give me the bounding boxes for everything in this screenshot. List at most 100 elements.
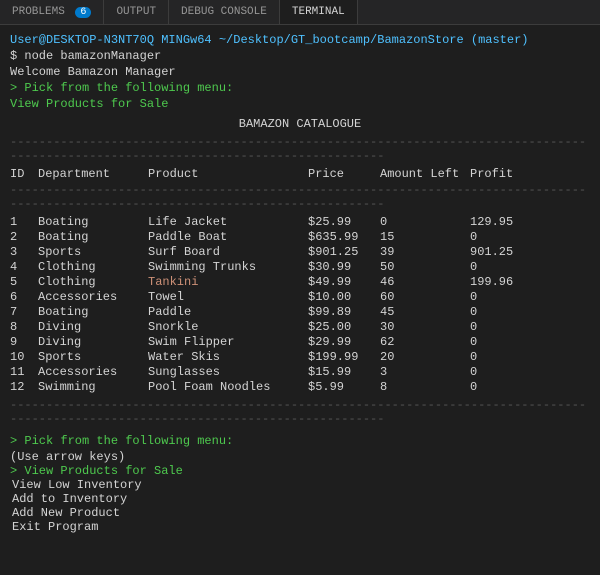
tab-output-label: OUTPUT [116, 6, 156, 18]
product-name: Paddle [148, 305, 191, 319]
bottom-menu-prompt: > Pick from the following menu: [10, 434, 590, 448]
cell-id: 4 [10, 260, 38, 274]
cell-amount: 20 [380, 350, 470, 364]
cell-price: $901.25 [308, 245, 380, 259]
command-line: $ node bamazonManager [10, 49, 590, 63]
cell-product: Paddle [148, 305, 308, 319]
table-row: 6 Accessories Towel $10.00 60 0 [10, 290, 590, 304]
divider-top: ----------------------------------------… [10, 135, 590, 163]
cell-profit: 0 [470, 230, 530, 244]
bottom-menu-items: View Low Inventory Add to Inventory Add … [10, 478, 590, 534]
tab-debug-console[interactable]: DEBUG CONSOLE [169, 0, 280, 24]
cell-dept: Boating [38, 215, 148, 229]
bottom-menu-item[interactable]: View Low Inventory [10, 478, 590, 492]
table-row: 4 Clothing Swimming Trunks $30.99 50 0 [10, 260, 590, 274]
bottom-menu-item[interactable]: Add to Inventory [10, 492, 590, 506]
header-product: Product [148, 167, 308, 181]
cell-dept: Boating [38, 305, 148, 319]
terminal-panel: User@DESKTOP-N3NT70Q MINGw64 ~/Desktop/G… [0, 25, 600, 542]
table-row: 8 Diving Snorkle $25.00 30 0 [10, 320, 590, 334]
table-row: 7 Boating Paddle $99.89 45 0 [10, 305, 590, 319]
arrow-keys-hint: (Use arrow keys) [10, 450, 590, 464]
cell-id: 6 [10, 290, 38, 304]
cell-amount: 60 [380, 290, 470, 304]
cell-dept: Swimming [38, 380, 148, 394]
product-name: Swimming Trunks [148, 260, 256, 274]
bottom-selected-item[interactable]: > View Products for Sale [10, 464, 590, 478]
cell-price: $635.99 [308, 230, 380, 244]
bottom-menu-item[interactable]: Add New Product [10, 506, 590, 520]
cell-price: $199.99 [308, 350, 380, 364]
cell-amount: 15 [380, 230, 470, 244]
cell-product: Snorkle [148, 320, 308, 334]
product-name: Sunglasses [148, 365, 220, 379]
tab-problems[interactable]: PROBLEMS 6 [0, 0, 104, 24]
cell-price: $25.99 [308, 215, 380, 229]
cell-dept: Diving [38, 335, 148, 349]
cell-dept: Clothing [38, 260, 148, 274]
cell-id: 8 [10, 320, 38, 334]
cell-profit: 901.25 [470, 245, 530, 259]
table-row: 3 Sports Surf Board $901.25 39 901.25 [10, 245, 590, 259]
cell-price: $29.99 [308, 335, 380, 349]
table-row: 9 Diving Swim Flipper $29.99 62 0 [10, 335, 590, 349]
cell-amount: 39 [380, 245, 470, 259]
table-row: 5 Clothing Tankini $49.99 46 199.96 [10, 275, 590, 289]
cell-price: $10.00 [308, 290, 380, 304]
cell-price: $15.99 [308, 365, 380, 379]
cell-product: Surf Board [148, 245, 308, 259]
cell-id: 1 [10, 215, 38, 229]
cell-profit: 129.95 [470, 215, 530, 229]
cell-id: 11 [10, 365, 38, 379]
catalogue-title: BAMAZON CATALOGUE [10, 117, 590, 131]
table-row: 12 Swimming Pool Foam Noodles $5.99 8 0 [10, 380, 590, 394]
cell-profit: 0 [470, 305, 530, 319]
product-name: Pool Foam Noodles [148, 380, 270, 394]
cell-id: 10 [10, 350, 38, 364]
table-row: 2 Boating Paddle Boat $635.99 15 0 [10, 230, 590, 244]
cell-amount: 45 [380, 305, 470, 319]
cell-amount: 30 [380, 320, 470, 334]
cell-profit: 0 [470, 260, 530, 274]
cell-dept: Accessories [38, 365, 148, 379]
cell-dept: Accessories [38, 290, 148, 304]
table-body: 1 Boating Life Jacket $25.99 0 129.95 2 … [10, 215, 590, 394]
tab-bar: PROBLEMS 6 OUTPUT DEBUG CONSOLE TERMINAL [0, 0, 600, 25]
cell-amount: 3 [380, 365, 470, 379]
cell-amount: 46 [380, 275, 470, 289]
product-name: Life Jacket [148, 215, 227, 229]
tab-terminal[interactable]: TERMINAL [280, 0, 358, 24]
cell-product: Life Jacket [148, 215, 308, 229]
cell-price: $25.00 [308, 320, 380, 334]
cell-product: Sunglasses [148, 365, 308, 379]
cell-product: Towel [148, 290, 308, 304]
cell-amount: 0 [380, 215, 470, 229]
cell-id: 5 [10, 275, 38, 289]
welcome-line: Welcome Bamazon Manager [10, 65, 590, 79]
cell-amount: 62 [380, 335, 470, 349]
cell-dept: Sports [38, 245, 148, 259]
view-products-link-top[interactable]: View Products for Sale [10, 97, 590, 111]
cell-price: $30.99 [308, 260, 380, 274]
product-name: Towel [148, 290, 184, 304]
tab-output[interactable]: OUTPUT [104, 0, 169, 24]
bottom-menu-item[interactable]: Exit Program [10, 520, 590, 534]
product-name: Swim Flipper [148, 335, 234, 349]
cell-dept: Sports [38, 350, 148, 364]
header-id: ID [10, 167, 38, 181]
divider-bottom: ----------------------------------------… [10, 398, 590, 426]
product-name: Tankini [148, 275, 198, 289]
header-profit: Profit [470, 167, 530, 181]
cell-id: 2 [10, 230, 38, 244]
cell-id: 3 [10, 245, 38, 259]
cell-product: Pool Foam Noodles [148, 380, 308, 394]
cell-price: $99.89 [308, 305, 380, 319]
cell-profit: 0 [470, 365, 530, 379]
table-header: ID Department Product Price Amount Left … [10, 167, 590, 181]
cell-product: Swimming Trunks [148, 260, 308, 274]
cell-price: $49.99 [308, 275, 380, 289]
cell-profit: 0 [470, 380, 530, 394]
cell-amount: 8 [380, 380, 470, 394]
menu-prompt-top: > Pick from the following menu: [10, 81, 590, 95]
user-line: User@DESKTOP-N3NT70Q MINGw64 ~/Desktop/G… [10, 33, 590, 47]
